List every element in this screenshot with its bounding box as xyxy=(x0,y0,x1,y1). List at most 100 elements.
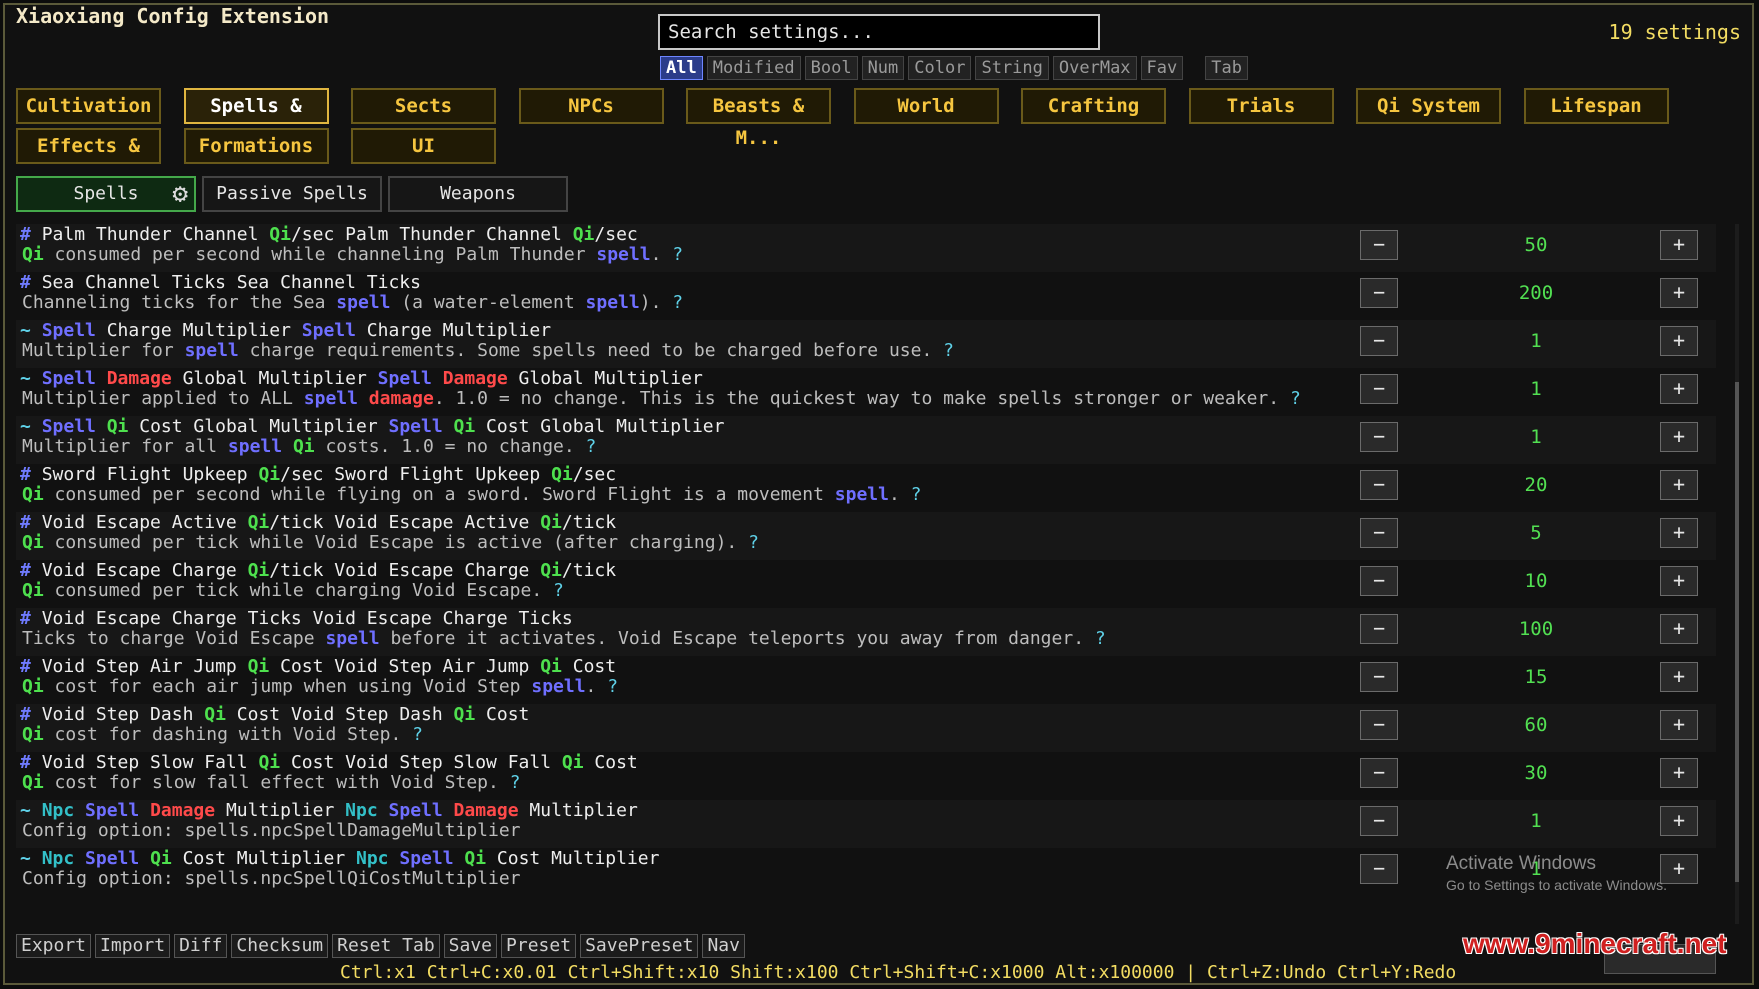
help-icon[interactable]: ? xyxy=(900,484,922,505)
category-tab-trials[interactable]: Trials xyxy=(1188,88,1334,124)
setting-value[interactable]: 15 xyxy=(1446,666,1626,688)
text-segment: Npc xyxy=(345,800,378,821)
increment-button[interactable]: + xyxy=(1660,518,1698,548)
increment-button[interactable]: + xyxy=(1660,326,1698,356)
checksum-button[interactable]: Checksum xyxy=(231,934,329,958)
decrement-button[interactable]: − xyxy=(1360,230,1398,260)
help-icon[interactable]: ? xyxy=(596,676,618,697)
increment-button[interactable]: + xyxy=(1660,278,1698,308)
increment-button[interactable]: + xyxy=(1660,422,1698,452)
text-segment: Qi xyxy=(572,224,595,245)
subtab-passive-spells[interactable]: Passive Spells xyxy=(202,176,382,212)
subtab-weapons[interactable]: Weapons xyxy=(388,176,568,212)
nav-button[interactable]: Nav xyxy=(702,934,745,958)
setting-row: ~ Spell Qi Cost Global Multiplier Spell … xyxy=(16,416,1716,464)
filter-overmax[interactable]: OverMax xyxy=(1052,56,1137,80)
help-icon[interactable]: ? xyxy=(661,244,683,265)
setting-value[interactable]: 30 xyxy=(1446,762,1626,784)
decrement-button[interactable]: − xyxy=(1360,662,1398,692)
decrement-button[interactable]: − xyxy=(1360,518,1398,548)
category-tab-effects[interactable]: Effects & ... xyxy=(16,128,161,189)
help-icon[interactable]: ? xyxy=(1084,628,1106,649)
text-segment xyxy=(139,848,150,869)
category-tab-sects[interactable]: Sects xyxy=(351,88,496,124)
import-button[interactable]: Import xyxy=(95,934,171,958)
scrollbar-thumb[interactable] xyxy=(1735,382,1739,882)
setting-value[interactable]: 1 xyxy=(1446,810,1626,832)
increment-button[interactable]: + xyxy=(1660,710,1698,740)
help-icon[interactable]: ? xyxy=(932,340,954,361)
increment-button[interactable]: + xyxy=(1660,470,1698,500)
decrement-button[interactable]: − xyxy=(1360,278,1398,308)
setting-name: ~ Spell Charge Multiplier Spell Charge M… xyxy=(20,320,551,341)
decrement-button[interactable]: − xyxy=(1360,758,1398,788)
setting-value[interactable]: 100 xyxy=(1446,618,1626,640)
increment-button[interactable]: + xyxy=(1660,230,1698,260)
setting-value[interactable]: 1 xyxy=(1446,426,1626,448)
setting-value[interactable]: 60 xyxy=(1446,714,1626,736)
decrement-button[interactable]: − xyxy=(1360,422,1398,452)
category-tab-world[interactable]: World xyxy=(853,88,999,124)
filter-num[interactable]: Num xyxy=(861,56,905,80)
help-icon[interactable]: ? xyxy=(499,772,521,793)
export-button[interactable]: Export xyxy=(16,934,92,958)
setting-value[interactable]: 200 xyxy=(1446,282,1626,304)
decrement-button[interactable]: − xyxy=(1360,854,1398,884)
setting-value[interactable]: 1 xyxy=(1446,378,1626,400)
filter-tab-toggle[interactable]: Tab xyxy=(1205,56,1248,80)
help-icon[interactable]: ? xyxy=(1279,388,1301,409)
increment-button[interactable]: + xyxy=(1660,662,1698,692)
filter-string[interactable]: String xyxy=(975,56,1049,80)
tilde-icon: ~ xyxy=(20,416,31,437)
savepreset-button[interactable]: SavePreset xyxy=(580,934,699,958)
setting-value[interactable]: 5 xyxy=(1446,522,1626,544)
preset-button[interactable]: Preset xyxy=(501,934,577,958)
diff-button[interactable]: Diff xyxy=(174,934,228,958)
category-tab-npcs[interactable]: NPCs xyxy=(518,88,664,124)
decrement-button[interactable]: − xyxy=(1360,470,1398,500)
decrement-button[interactable]: − xyxy=(1360,806,1398,836)
category-tab-ui[interactable]: UI xyxy=(351,128,496,164)
decrement-button[interactable]: − xyxy=(1360,326,1398,356)
setting-value[interactable]: 50 xyxy=(1446,234,1626,256)
increment-button[interactable]: + xyxy=(1660,374,1698,404)
filter-bool[interactable]: Bool xyxy=(804,56,858,80)
text-segment: . xyxy=(585,676,597,697)
save-button[interactable]: Save xyxy=(443,934,498,958)
filter-color[interactable]: Color xyxy=(908,56,972,80)
filter-all[interactable]: All xyxy=(660,56,703,80)
setting-value[interactable]: 1 xyxy=(1446,330,1626,352)
decrement-button[interactable]: − xyxy=(1360,614,1398,644)
help-icon[interactable]: ? xyxy=(401,724,423,745)
setting-value[interactable]: 10 xyxy=(1446,570,1626,592)
category-tab-lifespan[interactable]: Lifespan xyxy=(1523,88,1669,124)
help-icon[interactable]: ? xyxy=(661,292,683,313)
help-icon[interactable]: ? xyxy=(575,436,597,457)
category-tab-formations[interactable]: Formations xyxy=(183,128,329,164)
category-tab-crafting[interactable]: Crafting xyxy=(1021,88,1166,124)
help-icon[interactable]: ? xyxy=(737,532,759,553)
increment-button[interactable]: + xyxy=(1660,806,1698,836)
help-icon[interactable]: ? xyxy=(542,580,564,601)
setting-row: # Sword Flight Upkeep Qi/sec Sword Fligh… xyxy=(16,464,1716,512)
increment-button[interactable]: + xyxy=(1660,566,1698,596)
filter-fav[interactable]: Fav xyxy=(1140,56,1184,80)
setting-name: # Sword Flight Upkeep Qi/sec Sword Fligh… xyxy=(20,464,616,485)
text-segment: Qi xyxy=(540,560,562,581)
decrement-button[interactable]: − xyxy=(1360,710,1398,740)
gear-icon[interactable]: ⚙ xyxy=(172,178,188,210)
text-segment: Config option: spells.npcSpellQiCostMult… xyxy=(22,868,521,889)
filter-modified[interactable]: Modified xyxy=(706,56,801,80)
subtab-spells[interactable]: Spells ⚙ xyxy=(16,176,196,212)
category-tab-spells-c[interactable]: Spells & C... xyxy=(183,88,329,149)
search-input[interactable] xyxy=(658,14,1100,50)
category-tab-qi-system[interactable]: Qi System xyxy=(1356,88,1501,124)
decrement-button[interactable]: − xyxy=(1360,374,1398,404)
setting-value[interactable]: 20 xyxy=(1446,474,1626,496)
decrement-button[interactable]: − xyxy=(1360,566,1398,596)
reset-tab-button[interactable]: Reset Tab xyxy=(332,934,440,958)
category-tab-cultivation[interactable]: Cultivation xyxy=(16,88,161,124)
category-tab-beasts-m[interactable]: Beasts & M... xyxy=(686,88,831,149)
increment-button[interactable]: + xyxy=(1660,614,1698,644)
increment-button[interactable]: + xyxy=(1660,758,1698,788)
